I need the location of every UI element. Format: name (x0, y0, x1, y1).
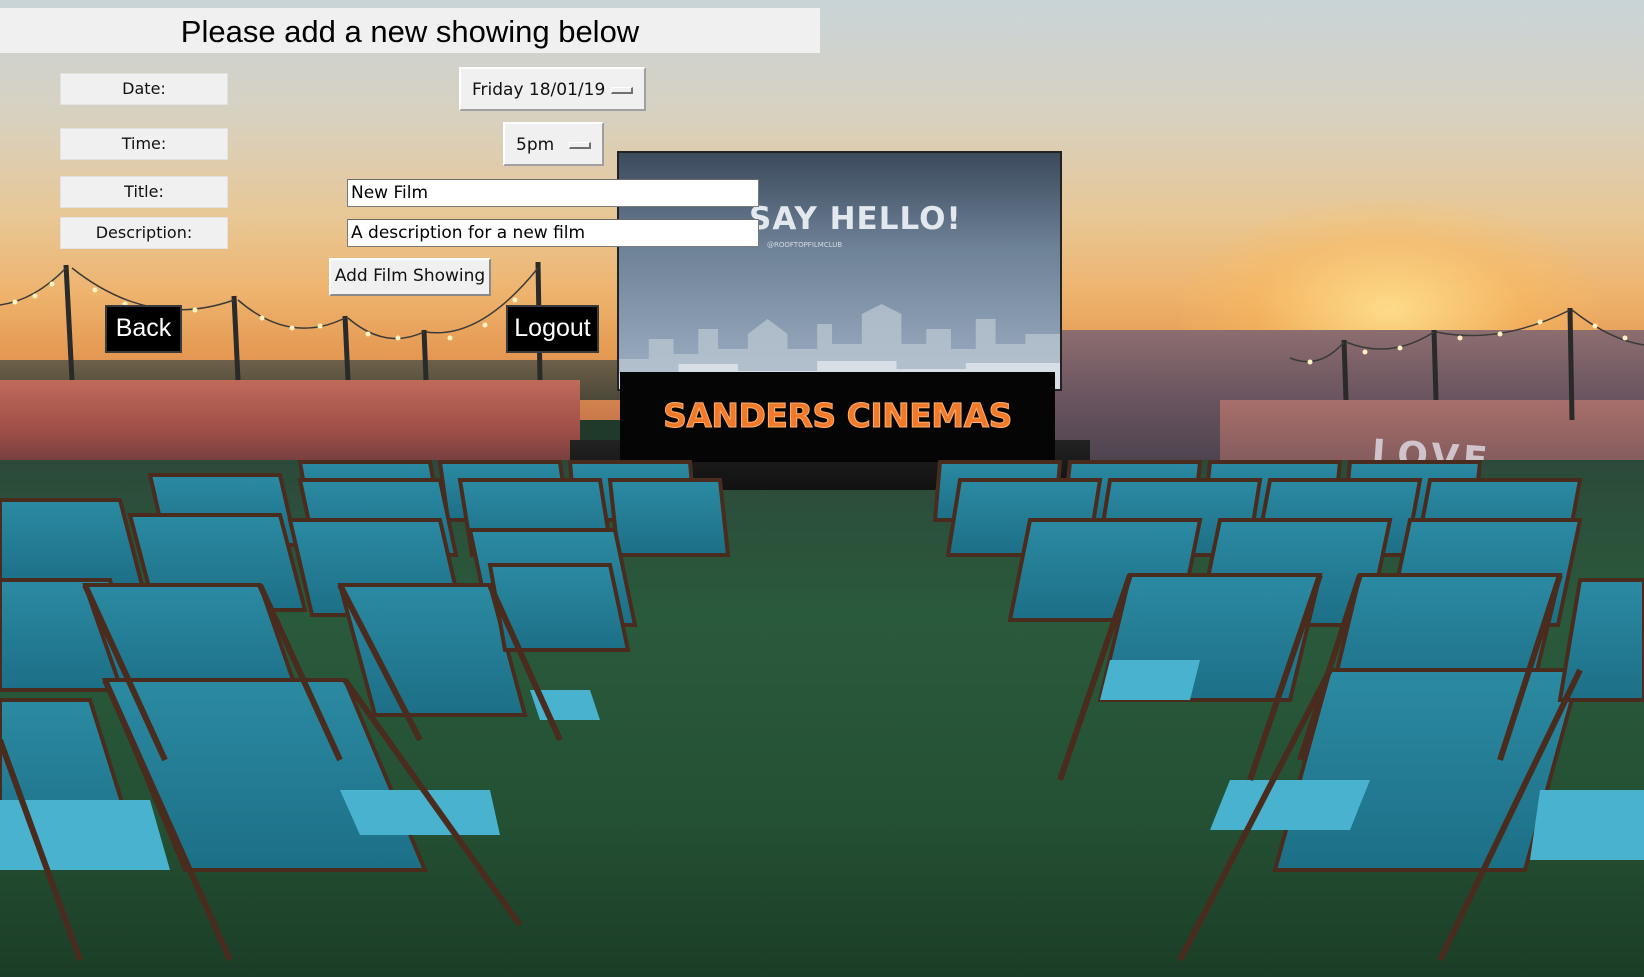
back-button[interactable]: Back (105, 305, 182, 353)
background-photo: LOVE PEACE (0, 0, 1644, 977)
deck-chairs (0, 460, 1644, 962)
dropdown-indicator-icon (611, 87, 633, 94)
time-select-value: 5pm (516, 135, 555, 155)
form-heading: Please add a new showing below (180, 14, 640, 49)
add-film-showing-button[interactable]: Add Film Showing (329, 258, 491, 296)
logout-button[interactable]: Logout (506, 305, 599, 353)
title-label: Title: (60, 176, 228, 208)
title-input[interactable]: New Film (347, 179, 759, 207)
date-label: Date: (60, 73, 228, 105)
time-select[interactable]: 5pm (503, 122, 604, 166)
form-header: Please add a new showing below (0, 8, 820, 53)
description-input[interactable]: A description for a new film (347, 219, 759, 247)
date-select[interactable]: Friday 18/01/19 (459, 67, 646, 111)
description-label: Description: (60, 217, 228, 249)
time-label: Time: (60, 128, 228, 160)
date-select-value: Friday 18/01/19 (472, 80, 606, 100)
dropdown-indicator-icon (569, 142, 591, 149)
